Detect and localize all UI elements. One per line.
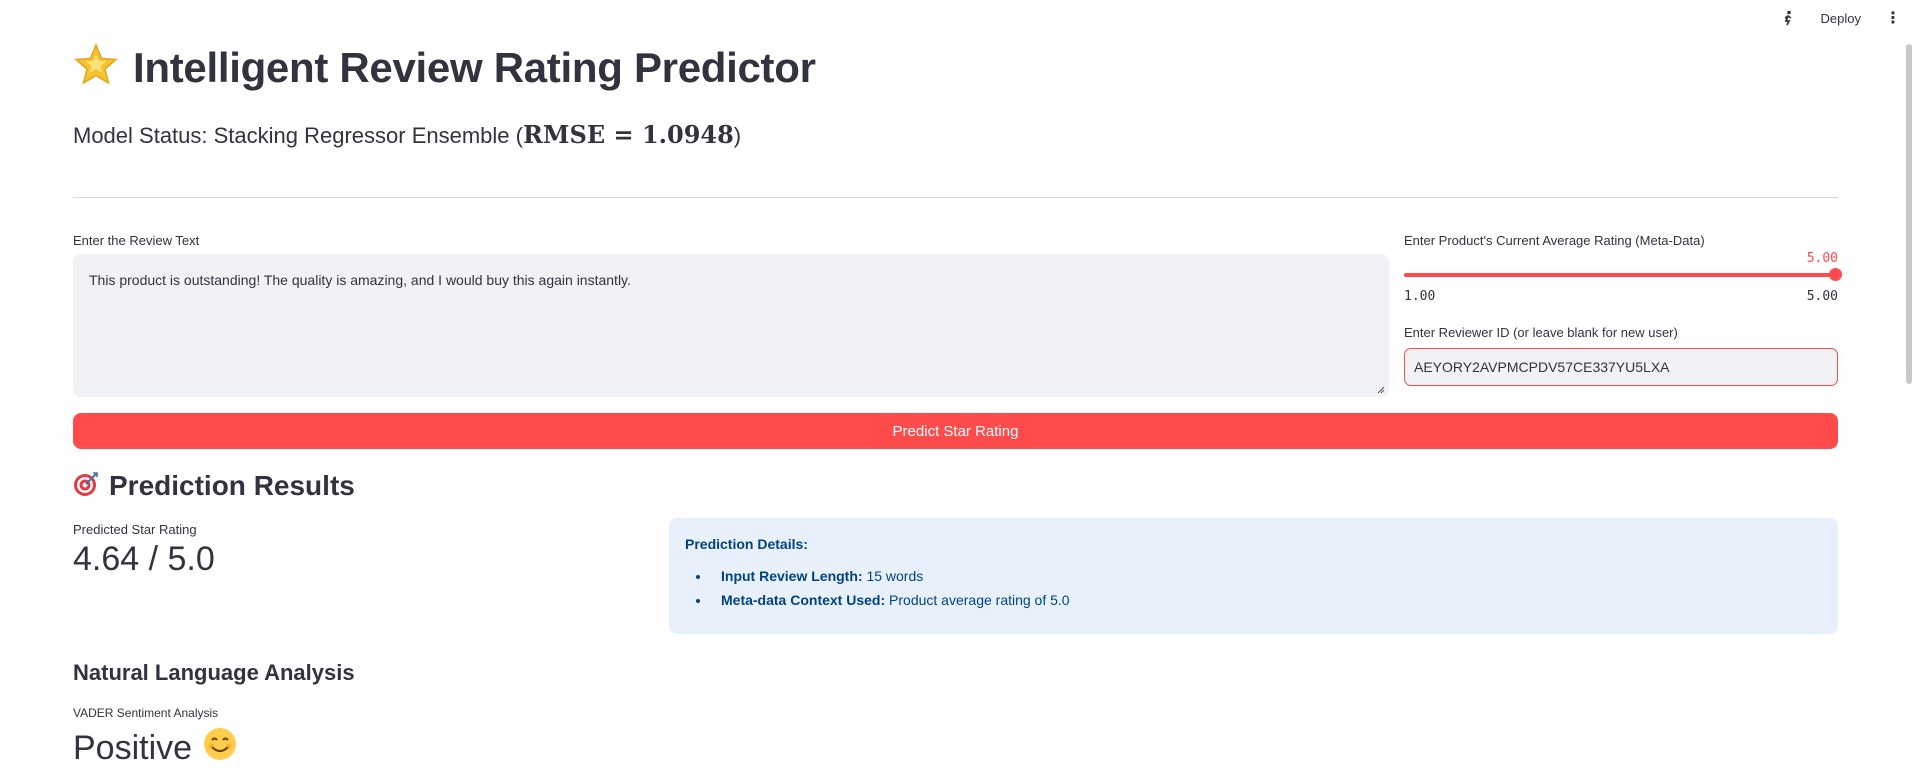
detail-value: 15 words bbox=[866, 568, 924, 584]
scrollbar[interactable] bbox=[1906, 44, 1912, 384]
status-prefix: Model Status: Stacking Regressor Ensembl… bbox=[73, 123, 523, 148]
target-icon bbox=[73, 471, 99, 502]
deploy-button[interactable]: Deploy bbox=[1815, 7, 1867, 30]
review-text-label: Enter the Review Text bbox=[73, 233, 200, 248]
resize-handle-icon[interactable] bbox=[1375, 384, 1385, 394]
vader-result: Positive bbox=[73, 726, 238, 771]
rmse-formula: RMSE = 1.0948 bbox=[522, 120, 734, 149]
reviewer-id-label: Enter Reviewer ID (or leave blank for ne… bbox=[1404, 325, 1678, 340]
running-man-icon bbox=[1779, 9, 1797, 27]
slider-min-label: 1.00 bbox=[1404, 289, 1436, 304]
vader-label: VADER Sentiment Analysis bbox=[73, 706, 219, 720]
review-textarea[interactable]: This product is outstanding! The quality… bbox=[73, 254, 1389, 397]
smiling-face-icon bbox=[202, 726, 238, 771]
top-toolbar: Deploy ⋮ bbox=[1779, 0, 1915, 36]
star-icon bbox=[73, 42, 119, 93]
slider-thumb[interactable] bbox=[1829, 268, 1842, 281]
detail-key: Input Review Length: bbox=[721, 568, 863, 584]
divider bbox=[73, 197, 1838, 198]
details-list: Input Review Length: 15 words Meta-data … bbox=[685, 568, 1822, 608]
page-title: Intelligent Review Rating Predictor bbox=[73, 42, 816, 93]
kebab-menu-icon[interactable]: ⋮ bbox=[1885, 8, 1901, 28]
nla-heading: Natural Language Analysis bbox=[73, 660, 355, 685]
details-title: Prediction Details: bbox=[685, 536, 808, 552]
prediction-details-box: Prediction Details: Input Review Length:… bbox=[669, 518, 1838, 634]
status-suffix: ) bbox=[733, 123, 742, 148]
vader-value-text: Positive bbox=[73, 729, 193, 767]
results-heading: Prediction Results bbox=[73, 470, 355, 502]
metric-value: 4.64 / 5.0 bbox=[73, 540, 215, 578]
reviewer-id-input[interactable] bbox=[1404, 348, 1838, 386]
slider-track[interactable] bbox=[1404, 273, 1838, 277]
model-status: Model Status: Stacking Regressor Ensembl… bbox=[73, 120, 741, 149]
review-text-value: This product is outstanding! The quality… bbox=[89, 272, 631, 288]
predict-button[interactable]: Predict Star Rating bbox=[73, 413, 1838, 449]
list-item: Input Review Length: 15 words bbox=[711, 568, 1822, 584]
metric-label: Predicted Star Rating bbox=[73, 522, 197, 537]
avg-rating-label: Enter Product's Current Average Rating (… bbox=[1404, 233, 1705, 248]
detail-key: Meta-data Context Used: bbox=[721, 592, 886, 608]
results-heading-text: Prediction Results bbox=[109, 470, 355, 501]
slider-max-label: 5.00 bbox=[1806, 289, 1838, 304]
detail-value: Product average rating of 5.0 bbox=[889, 592, 1070, 608]
list-item: Meta-data Context Used: Product average … bbox=[711, 592, 1822, 608]
title-text: Intelligent Review Rating Predictor bbox=[133, 43, 816, 91]
slider-current-value: 5.00 bbox=[1806, 251, 1838, 266]
